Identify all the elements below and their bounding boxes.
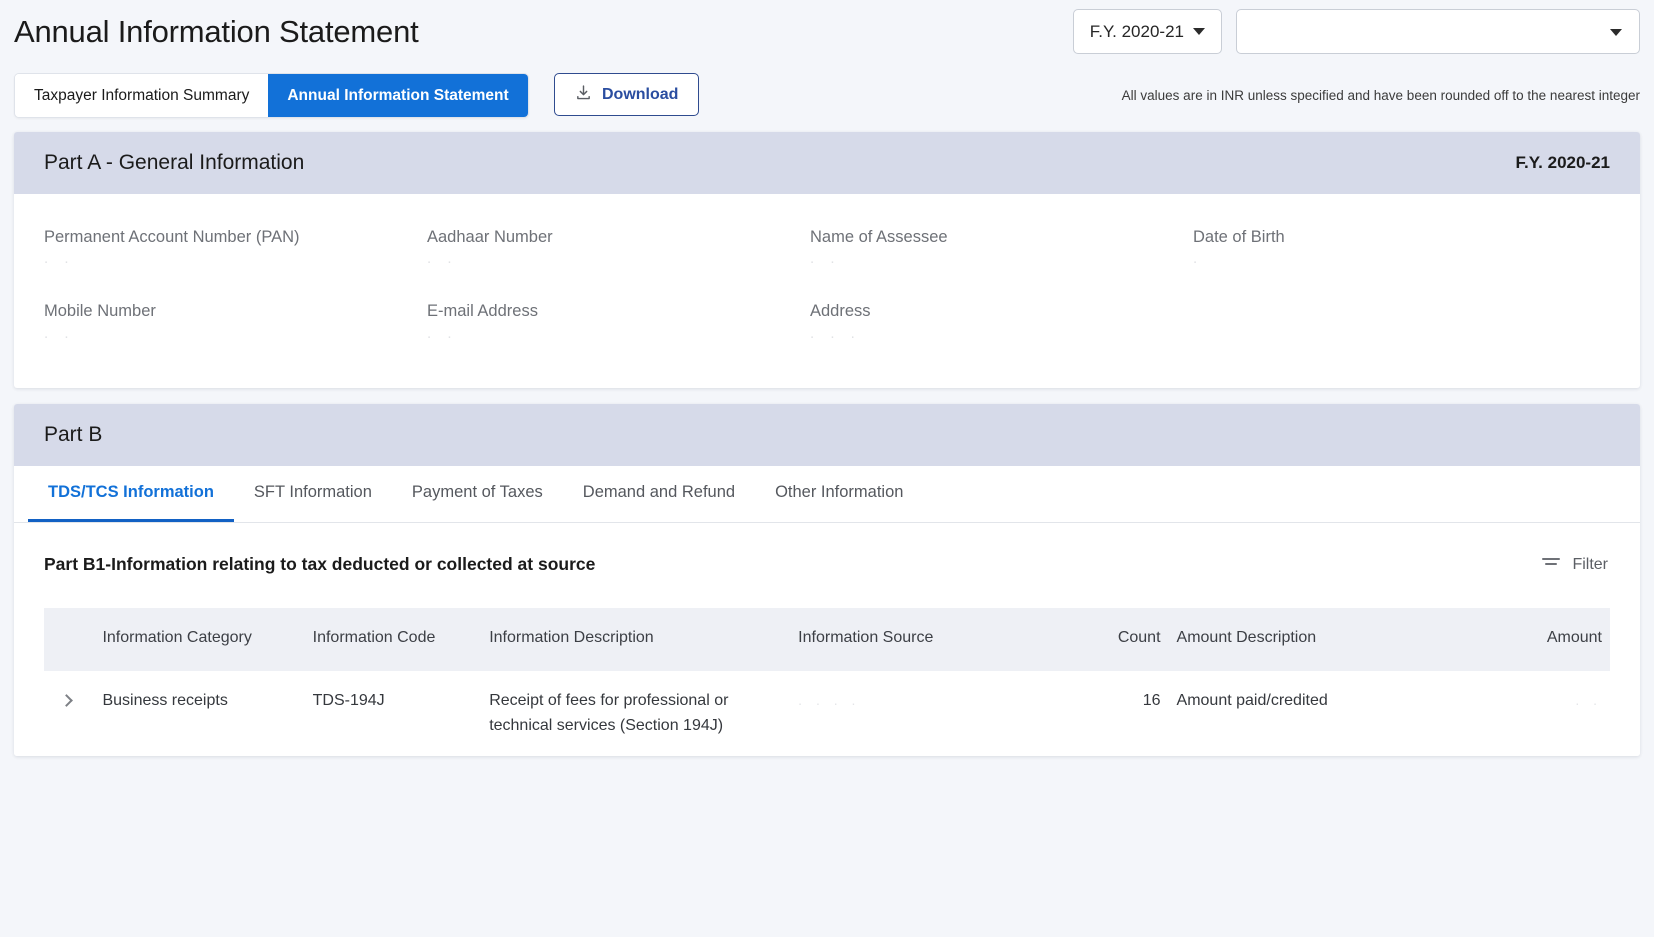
field-pan: Permanent Account Number (PAN) . . bbox=[44, 224, 427, 270]
field-mobile-number: Mobile Number . . bbox=[44, 298, 427, 344]
cell-count: 16 bbox=[1052, 670, 1169, 757]
field-name-of-assessee: Name of Assessee . . bbox=[810, 224, 1193, 270]
secondary-select[interactable] bbox=[1236, 9, 1640, 54]
part-b1-header-row: Part B1-Information relating to tax dedu… bbox=[44, 551, 1610, 608]
field-aadhaar-number: Aadhaar Number . . bbox=[427, 224, 810, 270]
tab-sft-information[interactable]: SFT Information bbox=[234, 466, 392, 522]
sub-toolbar: Taxpayer Information Summary Annual Info… bbox=[0, 70, 1654, 132]
expand-cell bbox=[44, 670, 95, 757]
cell-information-source: . . . . bbox=[790, 670, 1053, 757]
cell-amount-description: Amount paid/credited bbox=[1168, 670, 1411, 757]
ais-page: Annual Information Statement F.Y. 2020-2… bbox=[0, 0, 1654, 937]
field-label: Mobile Number bbox=[44, 302, 156, 321]
field-email-address: E-mail Address . . bbox=[427, 298, 810, 344]
field-label: Aadhaar Number bbox=[427, 228, 553, 246]
column-information-source: Information Source bbox=[790, 608, 1053, 671]
field-value: . . bbox=[44, 324, 75, 342]
currency-note: All values are in INR unless specified a… bbox=[1121, 88, 1640, 103]
column-amount-description: Amount Description bbox=[1168, 608, 1411, 671]
field-label: Date of Birth bbox=[1193, 228, 1285, 246]
part-b-tabs: TDS/TCS Information SFT Information Paym… bbox=[14, 466, 1640, 523]
part-b-header: Part B bbox=[14, 404, 1640, 466]
table-body: Business receipts TDS-194J Receipt of fe… bbox=[44, 670, 1610, 757]
part-a-header: Part A - General Information F.Y. 2020-2… bbox=[14, 132, 1640, 194]
download-label: Download bbox=[602, 85, 679, 103]
tab-other-information[interactable]: Other Information bbox=[755, 466, 923, 522]
column-information-description: Information Description bbox=[481, 608, 791, 671]
field-label: Permanent Account Number (PAN) bbox=[44, 228, 300, 246]
column-amount: Amount bbox=[1410, 608, 1610, 671]
part-b-card: Part B TDS/TCS Information SFT Informati… bbox=[14, 404, 1640, 757]
download-button[interactable]: Download bbox=[554, 73, 700, 116]
field-label: Address bbox=[810, 302, 871, 321]
field-value: . . bbox=[44, 250, 75, 268]
cell-information-category: Business receipts bbox=[94, 670, 305, 757]
view-switcher: Taxpayer Information Summary Annual Info… bbox=[14, 73, 529, 118]
tab-taxpayer-information-summary[interactable]: Taxpayer Information Summary bbox=[15, 74, 269, 117]
field-date-of-birth: Date of Birth . bbox=[1193, 224, 1610, 270]
tab-demand-and-refund[interactable]: Demand and Refund bbox=[563, 466, 755, 522]
column-information-category: Information Category bbox=[94, 608, 305, 671]
filter-label: Filter bbox=[1572, 555, 1608, 573]
general-information-grid: Permanent Account Number (PAN) . . Aadha… bbox=[44, 224, 1610, 345]
table-header-row: Information Category Information Code In… bbox=[44, 608, 1610, 671]
cell-amount: . . bbox=[1410, 670, 1610, 757]
download-icon bbox=[575, 84, 592, 106]
field-address: Address . . . bbox=[810, 298, 1193, 344]
chevron-down-icon bbox=[1610, 29, 1622, 36]
part-b1-title: Part B1-Information relating to tax dedu… bbox=[44, 554, 596, 574]
filter-button[interactable]: Filter bbox=[1539, 551, 1610, 578]
field-value: . bbox=[1193, 250, 1204, 268]
field-spacer bbox=[1193, 298, 1610, 344]
part-a-body: Permanent Account Number (PAN) . . Aadha… bbox=[14, 194, 1640, 388]
part-a-heading: Part A - General Information bbox=[44, 151, 305, 174]
cell-information-description: Receipt of fees for professional or tech… bbox=[481, 670, 791, 757]
redacted-value: . . . . bbox=[798, 691, 861, 708]
field-value: . . bbox=[810, 250, 841, 268]
field-label: Name of Assessee bbox=[810, 228, 948, 246]
redacted-value: . . bbox=[1575, 691, 1602, 708]
chevron-right-icon[interactable] bbox=[60, 693, 73, 707]
tab-annual-information-statement[interactable]: Annual Information Statement bbox=[268, 74, 528, 117]
part-b-heading: Part B bbox=[44, 423, 103, 446]
part-b1-section: Part B1-Information relating to tax dedu… bbox=[14, 523, 1640, 757]
chevron-down-icon bbox=[1193, 28, 1205, 35]
field-value: . . . bbox=[810, 324, 861, 342]
table-header: Information Category Information Code In… bbox=[44, 608, 1610, 671]
tab-tds-tcs-information[interactable]: TDS/TCS Information bbox=[28, 466, 234, 522]
field-value: . . bbox=[427, 250, 458, 268]
column-information-code: Information Code bbox=[304, 608, 482, 671]
top-bar: Annual Information Statement F.Y. 2020-2… bbox=[0, 0, 1654, 70]
financial-year-select[interactable]: F.Y. 2020-21 bbox=[1072, 9, 1222, 54]
column-expand bbox=[44, 608, 95, 671]
filter-icon bbox=[1541, 555, 1561, 574]
part-a-card: Part A - General Information F.Y. 2020-2… bbox=[14, 132, 1640, 388]
page-title: Annual Information Statement bbox=[14, 14, 419, 49]
tds-tcs-table: Information Category Information Code In… bbox=[44, 608, 1610, 757]
tab-payment-of-taxes[interactable]: Payment of Taxes bbox=[392, 466, 563, 522]
part-a-financial-year: F.Y. 2020-21 bbox=[1515, 153, 1610, 172]
field-label: E-mail Address bbox=[427, 302, 538, 321]
cell-information-code: TDS-194J bbox=[304, 670, 482, 757]
financial-year-value: F.Y. 2020-21 bbox=[1089, 21, 1184, 41]
table-row[interactable]: Business receipts TDS-194J Receipt of fe… bbox=[44, 670, 1610, 757]
top-right-controls: F.Y. 2020-21 bbox=[1072, 9, 1640, 54]
column-count: Count bbox=[1052, 608, 1169, 671]
field-value: . . bbox=[427, 324, 458, 342]
